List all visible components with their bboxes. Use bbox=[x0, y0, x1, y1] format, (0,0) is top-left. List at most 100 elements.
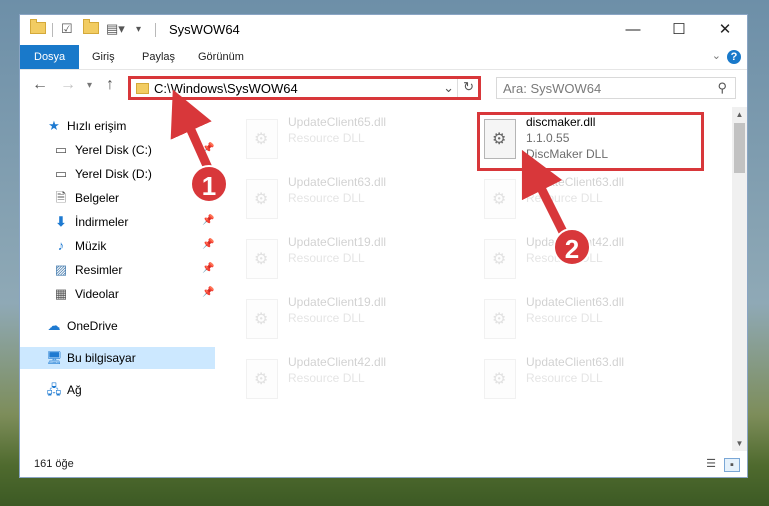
sidebar-item-label: Belgeler bbox=[75, 191, 120, 205]
recent-locations-icon[interactable]: ▾ bbox=[87, 80, 92, 91]
file-type: Resource DLL bbox=[288, 371, 365, 385]
sidebar-item-drive-c[interactable]: ▭ Yerel Disk (C:) 📌 bbox=[20, 139, 215, 161]
pin-icon[interactable]: 📌 bbox=[202, 263, 214, 274]
scroll-up-icon[interactable]: ▲ bbox=[732, 107, 747, 122]
tab-share[interactable]: Paylaş bbox=[132, 45, 185, 69]
sidebar-item-downloads[interactable]: ⬇ İndirmeler 📌 bbox=[20, 211, 215, 233]
tab-file[interactable]: Dosya bbox=[20, 45, 80, 69]
list-item[interactable]: UpdateClient42.dll Resource DLL bbox=[240, 353, 450, 405]
scroll-down-icon[interactable]: ▼ bbox=[732, 436, 747, 451]
file-name: UpdateClient63.dll bbox=[288, 175, 387, 189]
ribbon-expand-icon[interactable]: ⌄ bbox=[712, 49, 721, 62]
pin-icon[interactable]: 📌 bbox=[202, 143, 214, 154]
qat-separator bbox=[52, 23, 53, 37]
file-name: UpdateClient19.dll bbox=[288, 235, 387, 249]
sidebar-item-label: Videolar bbox=[75, 287, 119, 301]
tab-home[interactable]: Giriş bbox=[82, 45, 125, 69]
address-bar[interactable]: C:\Windows\SysWOW64 ⌄ ↻ bbox=[128, 76, 481, 100]
file-name: UpdateClient19.dll bbox=[288, 295, 387, 309]
new-folder-icon[interactable] bbox=[83, 19, 99, 34]
minimize-icon[interactable]: — bbox=[610, 15, 656, 45]
item-count: 161 öğe bbox=[34, 458, 74, 470]
search-input[interactable]: Ara: SysWOW64 ⚲ bbox=[496, 77, 736, 99]
file-type: Resource DLL bbox=[526, 311, 603, 325]
file-type: Resource DLL bbox=[288, 311, 365, 325]
sidebar-item-label: Resimler bbox=[75, 263, 123, 277]
folder-icon bbox=[136, 83, 149, 94]
sidebar-item-documents[interactable]: 🗎 Belgeler bbox=[20, 187, 215, 209]
computer-icon: 🖥 bbox=[46, 350, 63, 365]
sidebar-item-videos[interactable]: ▦ Videolar 📌 bbox=[20, 283, 215, 305]
navigation-pane: ★ Hızlı erişim ▭ Yerel Disk (C:) 📌 ▭ Yer… bbox=[20, 107, 215, 451]
dll-file-icon bbox=[246, 239, 278, 279]
file-name: UpdateClient42.dll bbox=[288, 355, 387, 369]
file-type: Resource DLL bbox=[526, 191, 603, 205]
dll-file-icon bbox=[484, 239, 516, 279]
ribbon: Dosya Giriş Paylaş Görünüm ⌄ ? bbox=[20, 45, 747, 70]
pin-icon[interactable]: 📌 bbox=[202, 287, 214, 298]
dll-file-icon bbox=[246, 119, 278, 159]
file-name: UpdateClient63.dll bbox=[526, 175, 625, 189]
file-type: Resource DLL bbox=[288, 191, 365, 205]
properties-icon[interactable]: ☑ bbox=[61, 21, 73, 37]
dll-file-icon bbox=[246, 359, 278, 399]
address-separator bbox=[457, 79, 458, 97]
list-item[interactable]: UpdateClient63.dll Resource DLL bbox=[240, 173, 450, 225]
sidebar-item-quick-access[interactable]: ★ Hızlı erişim bbox=[20, 115, 215, 137]
sidebar-item-this-pc[interactable]: 🖥 Bu bilgisayar bbox=[20, 347, 215, 369]
title-bar: ☑ ▤▾ ▾ SysWOW64 — ☐ ✕ bbox=[20, 15, 747, 45]
forward-icon[interactable]: → bbox=[60, 76, 76, 94]
address-path[interactable]: C:\Windows\SysWOW64 bbox=[154, 81, 298, 96]
sidebar-item-label: Yerel Disk (D:) bbox=[75, 167, 152, 181]
pin-icon[interactable]: 📌 bbox=[202, 239, 214, 250]
refresh-icon[interactable]: ↻ bbox=[463, 79, 474, 95]
sidebar-item-label: Ağ bbox=[67, 383, 82, 397]
documents-icon: 🗎 bbox=[55, 190, 67, 205]
details-view-icon[interactable]: ☰ bbox=[704, 458, 718, 470]
window-title: SysWOW64 bbox=[169, 22, 240, 37]
file-name: UpdateClient65.dll bbox=[288, 115, 387, 129]
qat-separator bbox=[155, 23, 156, 37]
dll-file-icon bbox=[246, 179, 278, 219]
network-icon: 🖧 bbox=[46, 382, 62, 397]
search-icon[interactable]: ⚲ bbox=[717, 80, 727, 96]
drive-icon: ▭ bbox=[54, 166, 68, 181]
file-name: UpdateClient63.dll bbox=[526, 295, 625, 309]
list-item[interactable]: UpdateClient19.dll Resource DLL bbox=[240, 233, 450, 285]
dll-file-icon bbox=[246, 299, 278, 339]
file-name: UpdateClient63.dll bbox=[526, 355, 625, 369]
list-item[interactable]: UpdateClient63.dll Resource DLL bbox=[478, 293, 688, 345]
maximize-icon[interactable]: ☐ bbox=[656, 15, 702, 45]
pictures-icon: ▨ bbox=[54, 262, 68, 277]
callout-badge-2: 2 bbox=[553, 228, 591, 266]
pin-icon[interactable]: 📌 bbox=[202, 215, 214, 226]
view-options-icon[interactable]: ▤▾ bbox=[106, 21, 125, 37]
list-item[interactable]: UpdateClient63.dll Resource DLL bbox=[478, 173, 688, 225]
back-icon[interactable]: ← bbox=[32, 76, 48, 94]
dll-file-icon bbox=[484, 179, 516, 219]
list-item[interactable]: UpdateClient19.dll Resource DLL bbox=[240, 293, 450, 345]
sidebar-item-pictures[interactable]: ▨ Resimler 📌 bbox=[20, 259, 215, 281]
sidebar-item-music[interactable]: ♪ Müzik 📌 bbox=[20, 235, 215, 257]
download-icon: ⬇ bbox=[55, 214, 67, 229]
star-icon: ★ bbox=[48, 118, 60, 133]
file-type: Resource DLL bbox=[288, 251, 365, 265]
sidebar-item-network[interactable]: 🖧 Ağ bbox=[20, 379, 215, 401]
sidebar-item-label: Hızlı erişim bbox=[67, 119, 127, 133]
list-item[interactable]: UpdateClient63.dll Resource DLL bbox=[478, 353, 688, 405]
tab-view[interactable]: Görünüm bbox=[188, 45, 254, 69]
discmaker-highlight-box bbox=[477, 112, 704, 171]
customize-qat-icon[interactable]: ▾ bbox=[136, 24, 141, 35]
scrollbar-thumb[interactable] bbox=[734, 123, 745, 173]
close-icon[interactable]: ✕ bbox=[702, 15, 748, 45]
sidebar-item-onedrive[interactable]: ☁ OneDrive bbox=[20, 315, 215, 337]
list-item[interactable]: UpdateClient65.dll Resource DLL bbox=[240, 113, 450, 165]
sidebar-item-drive-d[interactable]: ▭ Yerel Disk (D:) bbox=[20, 163, 215, 185]
help-icon[interactable]: ? bbox=[727, 50, 741, 64]
chevron-down-icon[interactable]: ⌄ bbox=[443, 80, 454, 96]
dll-file-icon bbox=[484, 299, 516, 339]
folder-icon bbox=[30, 19, 46, 34]
up-icon[interactable]: ↑ bbox=[106, 76, 114, 94]
large-icons-view-icon[interactable]: ▪ bbox=[724, 458, 740, 472]
vertical-scrollbar[interactable]: ▲ ▼ bbox=[732, 107, 747, 451]
